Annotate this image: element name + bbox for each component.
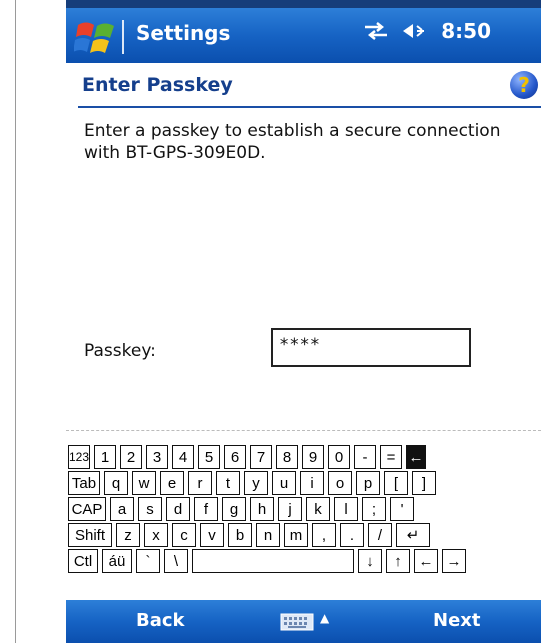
instruction-text: Enter a passkey to establish a secure co…: [84, 121, 501, 163]
key-shift[interactable]: Shift: [68, 523, 112, 547]
key-w[interactable]: w: [132, 471, 156, 495]
key-h[interactable]: h: [250, 497, 274, 521]
key-right-arrow[interactable]: →: [442, 549, 466, 573]
key-minus[interactable]: -: [354, 445, 376, 469]
key-123[interactable]: 123: [68, 445, 90, 469]
key-up-arrow[interactable]: ↑: [386, 549, 410, 573]
key-2[interactable]: 2: [120, 445, 142, 469]
key-left-arrow[interactable]: ←: [414, 549, 438, 573]
key-x[interactable]: x: [144, 523, 168, 547]
key-l[interactable]: l: [334, 497, 358, 521]
keyboard-row-1: 123 1 2 3 4 5 6 7 8 9 0 - = ←: [68, 445, 426, 471]
device-screen: Settings 8:50 Enter Passkey ? Enter a pa…: [66, 0, 541, 643]
key-space[interactable]: [192, 549, 354, 573]
key-c[interactable]: c: [172, 523, 196, 547]
key-tab[interactable]: Tab: [68, 471, 100, 495]
key-d[interactable]: d: [166, 497, 190, 521]
next-button[interactable]: Next: [433, 610, 481, 631]
key-q[interactable]: q: [104, 471, 128, 495]
page-title: Enter Passkey: [82, 74, 233, 96]
clock[interactable]: 8:50: [441, 19, 491, 43]
keyboard-row-4: Shift z x c v b n m , . / ↵: [68, 523, 430, 549]
softkey-bar: Back ▲ Next: [66, 600, 541, 643]
key-quote[interactable]: ': [390, 497, 414, 521]
key-s[interactable]: s: [138, 497, 162, 521]
keyboard-icon: [280, 613, 314, 631]
key-4[interactable]: 4: [172, 445, 194, 469]
status-area: 8:50: [363, 19, 491, 43]
key-9[interactable]: 9: [302, 445, 324, 469]
connectivity-icon[interactable]: [363, 21, 389, 41]
key-left-bracket[interactable]: [: [384, 471, 408, 495]
help-icon[interactable]: ?: [510, 71, 538, 99]
key-3[interactable]: 3: [146, 445, 168, 469]
key-slash[interactable]: /: [368, 523, 392, 547]
key-o[interactable]: o: [328, 471, 352, 495]
volume-icon[interactable]: [401, 21, 429, 41]
key-0[interactable]: 0: [328, 445, 350, 469]
key-backtick[interactable]: `: [136, 549, 160, 573]
key-v[interactable]: v: [200, 523, 224, 547]
key-6[interactable]: 6: [224, 445, 246, 469]
key-u[interactable]: u: [272, 471, 296, 495]
keyboard-row-3: CAP a s d f g h j k l ; ': [68, 497, 414, 523]
key-7[interactable]: 7: [250, 445, 272, 469]
key-1[interactable]: 1: [94, 445, 116, 469]
key-t[interactable]: t: [216, 471, 240, 495]
key-ctrl[interactable]: Ctl: [68, 549, 98, 573]
key-m[interactable]: m: [284, 523, 308, 547]
key-equals[interactable]: =: [380, 445, 402, 469]
key-f[interactable]: f: [194, 497, 218, 521]
key-enter[interactable]: ↵: [396, 523, 430, 547]
page-heading: Enter Passkey ?: [66, 63, 541, 109]
key-caps[interactable]: CAP: [68, 497, 106, 521]
key-backslash[interactable]: \: [164, 549, 188, 573]
key-e[interactable]: e: [160, 471, 184, 495]
key-i[interactable]: i: [300, 471, 324, 495]
key-down-arrow[interactable]: ↓: [358, 549, 382, 573]
key-5[interactable]: 5: [198, 445, 220, 469]
passkey-label: Passkey:: [84, 341, 156, 361]
key-k[interactable]: k: [306, 497, 330, 521]
key-z[interactable]: z: [116, 523, 140, 547]
key-semicolon[interactable]: ;: [362, 497, 386, 521]
key-y[interactable]: y: [244, 471, 268, 495]
input-arrow-icon: ▲: [320, 611, 330, 625]
key-n[interactable]: n: [256, 523, 280, 547]
heading-divider: [78, 106, 541, 108]
app-title: Settings: [136, 21, 231, 45]
key-p[interactable]: p: [356, 471, 380, 495]
title-bar: Settings 8:50: [66, 0, 541, 63]
keyboard-row-2: Tab q w e r t y u i o p [ ]: [68, 471, 436, 497]
keyboard-row-5: Ctl áü ` \ ↓ ↑ ← →: [68, 549, 466, 575]
key-j[interactable]: j: [278, 497, 302, 521]
key-a[interactable]: a: [110, 497, 134, 521]
frame-left-border: [15, 0, 16, 643]
key-g[interactable]: g: [222, 497, 246, 521]
key-r[interactable]: r: [188, 471, 212, 495]
soft-keyboard: 123 1 2 3 4 5 6 7 8 9 0 - = ← Tab q w e …: [66, 430, 541, 601]
title-separator: [122, 20, 124, 54]
windows-start-icon[interactable]: [74, 17, 118, 59]
key-8[interactable]: 8: [276, 445, 298, 469]
key-accents[interactable]: áü: [102, 549, 132, 573]
input-panel-button[interactable]: ▲: [280, 611, 329, 635]
key-comma[interactable]: ,: [312, 523, 336, 547]
key-right-bracket[interactable]: ]: [412, 471, 436, 495]
key-backspace[interactable]: ←: [406, 445, 426, 469]
passkey-input[interactable]: ****: [271, 328, 471, 367]
back-button[interactable]: Back: [136, 610, 185, 631]
key-b[interactable]: b: [228, 523, 252, 547]
key-period[interactable]: .: [340, 523, 364, 547]
